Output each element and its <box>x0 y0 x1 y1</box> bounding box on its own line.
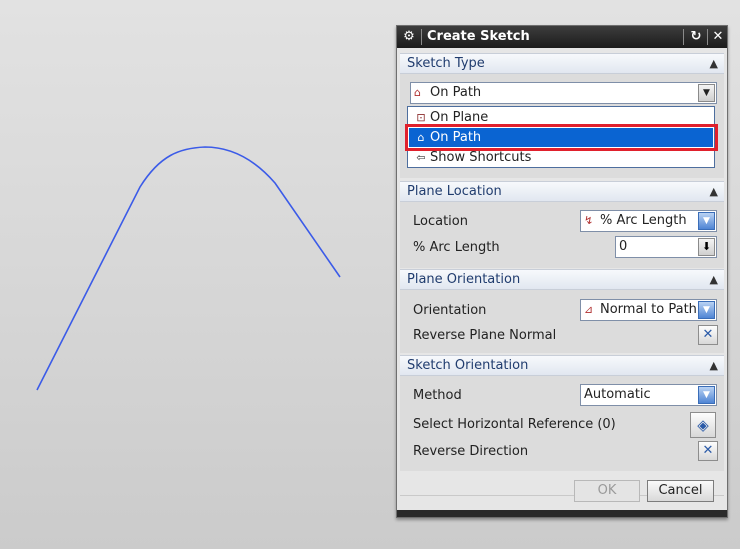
location-value: ↯ % Arc Length <box>584 213 687 229</box>
cube-select-icon[interactable]: ◈ <box>690 412 716 438</box>
path-curve[interactable] <box>36 146 341 391</box>
ok-button[interactable]: OK <box>574 480 640 502</box>
location-text: % Arc Length <box>600 213 687 228</box>
dropdown-item-label: On Plane <box>430 110 489 125</box>
gear-icon[interactable]: ⚙ <box>401 28 417 45</box>
chevron-down-icon[interactable]: ▼ <box>698 212 715 230</box>
section-title: Sketch Type <box>407 56 485 71</box>
chevron-down-icon[interactable]: ▼ <box>698 301 715 319</box>
cancel-button[interactable]: Cancel <box>647 480 714 502</box>
sketch-type-header[interactable]: Sketch Type ▲ <box>400 53 724 74</box>
arrow-down-icon[interactable]: ⬇ <box>698 238 715 256</box>
plane-orientation-header[interactable]: Plane Orientation ▲ <box>400 269 724 290</box>
horizontal-reference-label: Select Horizontal Reference (0) <box>413 417 616 432</box>
chevron-up-icon[interactable]: ▲ <box>710 272 718 288</box>
normal-to-path-icon: ⊿ <box>584 303 594 316</box>
location-select[interactable]: ↯ % Arc Length ▼ <box>580 210 717 232</box>
arc-length-input[interactable]: 0 ⬇ <box>615 236 717 258</box>
method-value: Automatic <box>584 387 651 402</box>
sketch-type-select[interactable]: ⌂ On Path ▼ <box>410 82 717 104</box>
orientation-value: ⊿ Normal to Path <box>584 302 696 318</box>
title-separator <box>683 29 684 45</box>
chevron-down-icon[interactable]: ▼ <box>698 386 715 404</box>
method-select[interactable]: Automatic ▼ <box>580 384 717 406</box>
arc-length-value: 0 <box>619 239 628 254</box>
location-label: Location <box>413 214 468 229</box>
method-label: Method <box>413 388 462 403</box>
dropdown-item-label: Show Shortcuts <box>430 150 532 165</box>
section-title: Sketch Orientation <box>407 358 529 373</box>
reverse-plane-normal-icon[interactable]: ✕ <box>698 325 718 345</box>
section-title: Plane Location <box>407 184 502 199</box>
dialog-titlebar[interactable]: ⚙ Create Sketch ↻ ✕ <box>397 26 727 48</box>
title-separator <box>707 29 708 45</box>
title-separator <box>421 29 422 45</box>
reset-icon[interactable]: ↻ <box>687 28 705 46</box>
plane-location-header[interactable]: Plane Location ▲ <box>400 181 724 202</box>
orientation-text: Normal to Path <box>600 302 696 317</box>
selection-highlight-box <box>405 124 718 151</box>
arc-length-label: % Arc Length <box>413 240 500 255</box>
reverse-direction-label: Reverse Direction <box>413 444 529 459</box>
on-path-icon: ⌂ <box>414 86 421 99</box>
arc-length-icon: ↯ <box>584 214 594 227</box>
sketch-type-value: ⌂ On Path <box>414 85 481 101</box>
sketch-orientation-body: Method Automatic ▼ Select Horizontal Ref… <box>400 376 724 471</box>
reverse-direction-icon[interactable]: ✕ <box>698 441 718 461</box>
chevron-up-icon[interactable]: ▲ <box>710 358 718 374</box>
create-sketch-dialog: ⚙ Create Sketch ↻ ✕ Sketch Type ▲ ⌂ On Pa… <box>396 25 728 518</box>
chevron-up-icon[interactable]: ▲ <box>710 184 718 200</box>
close-icon[interactable]: ✕ <box>709 28 727 46</box>
chevron-up-icon[interactable]: ▲ <box>710 56 718 72</box>
dialog-title: Create Sketch <box>427 29 530 44</box>
plane-orientation-body: Orientation ⊿ Normal to Path ▼ Reverse Pl… <box>400 290 724 353</box>
orientation-label: Orientation <box>413 303 487 318</box>
chevron-down-icon[interactable]: ▼ <box>698 84 715 102</box>
section-title: Plane Orientation <box>407 272 521 287</box>
sketch-orientation-header[interactable]: Sketch Orientation ▲ <box>400 355 724 376</box>
reverse-plane-normal-label: Reverse Plane Normal <box>413 328 557 343</box>
orientation-select[interactable]: ⊿ Normal to Path ▼ <box>580 299 717 321</box>
plane-location-body: Location ↯ % Arc Length ▼ % Arc Length 0 … <box>400 202 724 268</box>
dialog-bottom-bar <box>397 510 727 517</box>
sketch-type-text: On Path <box>430 85 482 100</box>
